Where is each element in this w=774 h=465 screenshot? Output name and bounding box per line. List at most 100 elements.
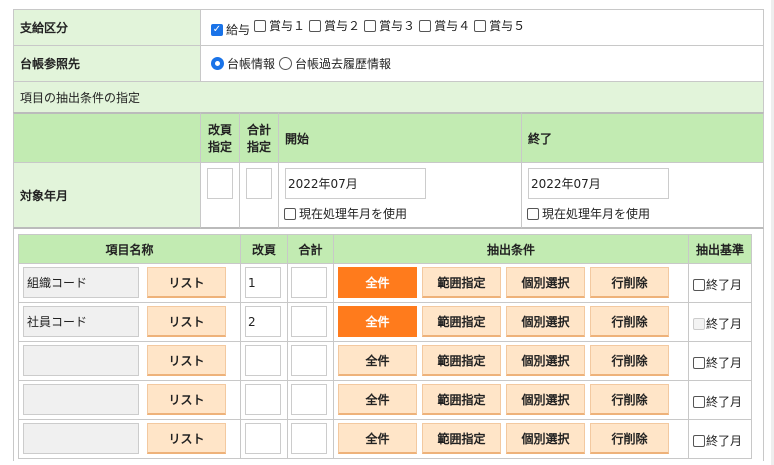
item-total-input[interactable] bbox=[291, 423, 327, 454]
all-button[interactable]: 全件 bbox=[338, 345, 417, 376]
checkbox-icon[interactable] bbox=[693, 434, 705, 447]
item-page-break-header: 改頁 bbox=[240, 234, 288, 264]
total-header: 合計 指定 bbox=[239, 112, 279, 163]
all-button[interactable]: 全件 bbox=[338, 306, 417, 337]
end-month-basis[interactable]: 終了月 bbox=[693, 354, 742, 371]
checkbox-label: 終了月 bbox=[706, 356, 743, 370]
delete-row-button[interactable]: 行削除 bbox=[590, 345, 669, 376]
end-month-input[interactable]: 2022年07月 bbox=[528, 168, 669, 199]
ledger-option[interactable]: 台帳過去履歴情報 bbox=[277, 55, 391, 72]
checkbox-icon[interactable] bbox=[474, 19, 487, 32]
header-text: 改頁 bbox=[207, 123, 232, 137]
range-button[interactable]: 範囲指定 bbox=[422, 267, 501, 298]
page-break-input[interactable] bbox=[207, 168, 233, 199]
checkbox-label: 現在処理年月を使用 bbox=[299, 207, 408, 221]
checkbox-icon[interactable] bbox=[419, 19, 432, 32]
pay-type-label: 支給区分 bbox=[13, 9, 201, 46]
checkbox-icon[interactable] bbox=[693, 395, 705, 408]
pay-type-option[interactable]: 賞与１ bbox=[252, 17, 305, 34]
item-total-header: 合計 bbox=[287, 234, 334, 264]
option-label: 賞与５ bbox=[489, 19, 526, 33]
delete-row-button[interactable]: 行削除 bbox=[590, 267, 669, 298]
list-button[interactable]: リスト bbox=[147, 384, 226, 415]
item-page-break-input[interactable]: 2 bbox=[245, 306, 281, 337]
item-total-input[interactable] bbox=[291, 384, 327, 415]
start-month-input[interactable]: 2022年07月 bbox=[285, 168, 426, 199]
item-page-break-input[interactable] bbox=[245, 345, 281, 376]
header-text: 指定 bbox=[207, 140, 232, 154]
total-input[interactable] bbox=[246, 168, 272, 199]
ledger-label: 台帳参照先 bbox=[13, 45, 201, 82]
item-name-header: 項目名称 bbox=[18, 234, 241, 264]
checkbox-label: 終了月 bbox=[706, 317, 743, 331]
individual-select-button[interactable]: 個別選択 bbox=[506, 306, 585, 337]
pay-type-option[interactable]: 賞与３ bbox=[362, 17, 415, 34]
frame-border bbox=[763, 229, 764, 461]
pay-type-options: ✓ 給与 賞与１ 賞与２ 賞与３ 賞与４ 賞与５ bbox=[200, 9, 764, 46]
period-header-blank bbox=[13, 112, 201, 163]
checkbox-icon[interactable] bbox=[693, 356, 705, 369]
range-button[interactable]: 範囲指定 bbox=[422, 306, 501, 337]
range-button[interactable]: 範囲指定 bbox=[422, 423, 501, 454]
end-month-basis[interactable]: 終了月 bbox=[693, 276, 742, 293]
start-header: 開始 bbox=[278, 112, 522, 163]
range-button[interactable]: 範囲指定 bbox=[422, 345, 501, 376]
end-use-current[interactable]: 現在処理年月を使用 bbox=[527, 205, 650, 222]
checkbox-icon[interactable]: ✓ bbox=[211, 23, 223, 36]
delete-row-button[interactable]: 行削除 bbox=[590, 306, 669, 337]
list-button[interactable]: リスト bbox=[147, 423, 226, 454]
all-button[interactable]: 全件 bbox=[338, 423, 417, 454]
checkbox-icon[interactable] bbox=[364, 19, 377, 32]
start-use-current[interactable]: 現在処理年月を使用 bbox=[284, 205, 407, 222]
option-label: 賞与２ bbox=[324, 19, 361, 33]
radio-icon[interactable] bbox=[211, 56, 224, 70]
list-button[interactable]: リスト bbox=[147, 267, 226, 298]
item-page-break-input[interactable] bbox=[245, 423, 281, 454]
ledger-option[interactable]: 台帳情報 bbox=[209, 55, 275, 72]
delete-row-button[interactable]: 行削除 bbox=[590, 384, 669, 415]
checkbox-label: 終了月 bbox=[706, 278, 743, 292]
checkbox-label: 終了月 bbox=[706, 434, 743, 448]
range-button[interactable]: 範囲指定 bbox=[422, 384, 501, 415]
item-total-input[interactable] bbox=[291, 345, 327, 376]
item-name-input[interactable]: 組織コード bbox=[23, 267, 139, 298]
delete-row-button[interactable]: 行削除 bbox=[590, 423, 669, 454]
ledger-options: 台帳情報 台帳過去履歴情報 bbox=[200, 45, 764, 82]
pay-type-option[interactable]: 賞与５ bbox=[472, 17, 525, 34]
all-button[interactable]: 全件 bbox=[338, 267, 417, 298]
checkbox-icon[interactable] bbox=[309, 19, 322, 32]
item-name-input[interactable] bbox=[23, 384, 139, 415]
individual-select-button[interactable]: 個別選択 bbox=[506, 384, 585, 415]
individual-select-button[interactable]: 個別選択 bbox=[506, 423, 585, 454]
item-page-break-input[interactable]: 1 bbox=[245, 267, 281, 298]
section-title: 項目の抽出条件の指定 bbox=[13, 81, 764, 113]
pay-type-option[interactable]: ✓ 給与 bbox=[209, 21, 250, 38]
header-text: 合計 bbox=[246, 123, 271, 137]
header-text: 指定 bbox=[246, 140, 271, 154]
checkbox-icon[interactable] bbox=[284, 207, 296, 220]
list-button[interactable]: リスト bbox=[147, 345, 226, 376]
item-name-input[interactable]: 社員コード bbox=[23, 306, 139, 337]
period-label: 対象年月 bbox=[13, 162, 201, 229]
list-button[interactable]: リスト bbox=[147, 306, 226, 337]
end-month-basis[interactable]: 終了月 bbox=[693, 393, 742, 410]
item-total-input[interactable] bbox=[291, 306, 327, 337]
item-name-input[interactable] bbox=[23, 423, 139, 454]
checkbox-icon[interactable] bbox=[693, 278, 705, 291]
end-month-basis[interactable]: 終了月 bbox=[693, 315, 742, 332]
pay-type-option[interactable]: 賞与４ bbox=[417, 17, 470, 34]
checkbox-icon[interactable] bbox=[254, 19, 267, 32]
all-button[interactable]: 全件 bbox=[338, 384, 417, 415]
checkbox-icon[interactable] bbox=[527, 207, 539, 220]
checkbox-icon[interactable] bbox=[693, 317, 705, 330]
end-month-basis[interactable]: 終了月 bbox=[693, 432, 742, 449]
option-label: 賞与４ bbox=[434, 19, 471, 33]
item-total-input[interactable] bbox=[291, 267, 327, 298]
pay-type-option[interactable]: 賞与２ bbox=[307, 17, 360, 34]
item-name-input[interactable] bbox=[23, 345, 139, 376]
item-page-break-input[interactable] bbox=[245, 384, 281, 415]
individual-select-button[interactable]: 個別選択 bbox=[506, 345, 585, 376]
option-label: 台帳情報 bbox=[227, 56, 276, 71]
radio-icon[interactable] bbox=[279, 56, 293, 70]
individual-select-button[interactable]: 個別選択 bbox=[506, 267, 585, 298]
